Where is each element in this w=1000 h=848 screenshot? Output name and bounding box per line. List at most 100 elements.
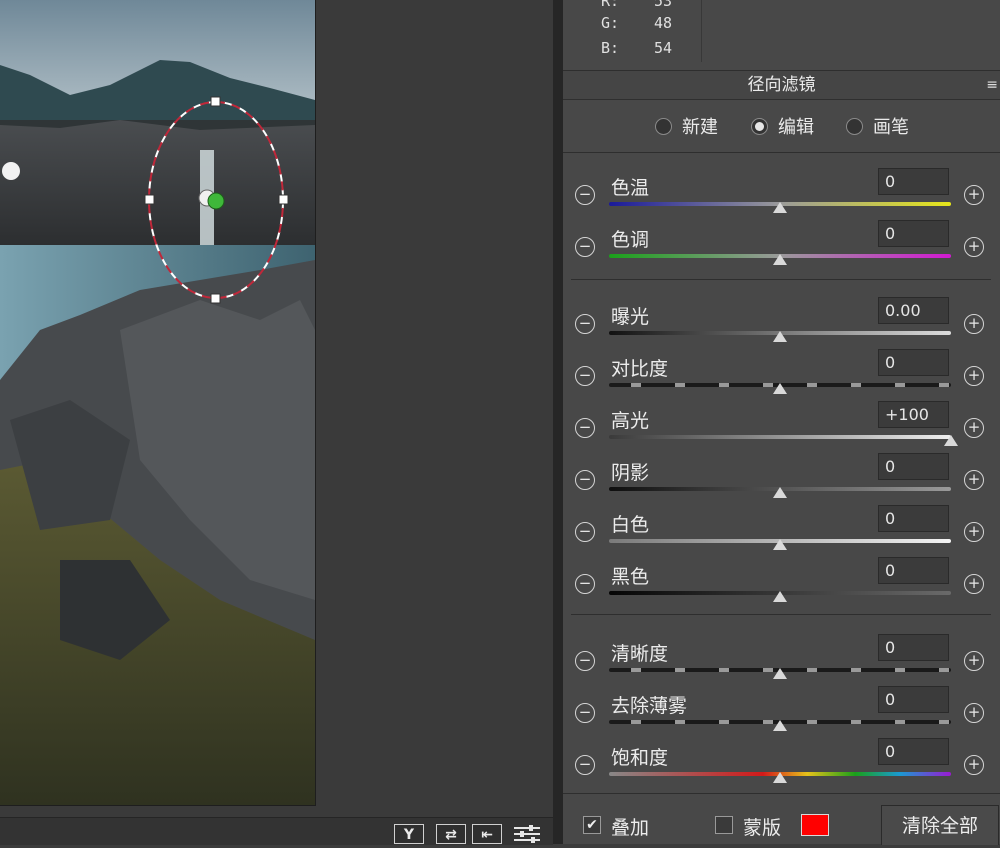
tint-label: 色调 <box>611 229 650 251</box>
clarity-slider-thumb[interactable] <box>773 668 787 679</box>
contrast-slider-thumb[interactable] <box>773 383 787 394</box>
readout-r: R: 53 <box>601 0 673 10</box>
clear-all-button[interactable]: 清除全部 <box>881 805 999 845</box>
plus-icon[interactable]: + <box>964 574 984 594</box>
blacks-label: 黑色 <box>611 566 650 588</box>
slider-row-temperature: − 色温 0 + <box>563 168 1000 220</box>
rgb-readout: R: 53 G: 48 B: 54 <box>563 0 1000 71</box>
highlights-slider-track[interactable] <box>609 435 951 439</box>
mask-checkbox[interactable] <box>715 816 733 834</box>
preview-settings-icon[interactable] <box>512 824 542 844</box>
radio-icon <box>655 117 672 135</box>
filter-pin-other <box>2 162 20 180</box>
plus-icon[interactable]: + <box>964 314 984 334</box>
swap-before-after-button[interactable]: ⇄ <box>436 824 466 844</box>
slider-row-blacks: − 黑色 0 + <box>563 557 1000 609</box>
saturation-label: 饱和度 <box>611 747 669 769</box>
tint-value-field[interactable]: 0 <box>878 220 949 247</box>
plus-icon[interactable]: + <box>964 522 984 542</box>
minus-icon[interactable]: − <box>575 237 595 257</box>
exposure-value-field[interactable]: 0.00 <box>878 297 949 324</box>
exposure-slider-thumb[interactable] <box>773 331 787 342</box>
blacks-slider-thumb[interactable] <box>773 591 787 602</box>
check-icon: ✔ <box>586 817 598 833</box>
clarity-label: 清晰度 <box>611 643 669 665</box>
group-separator <box>571 614 991 615</box>
dehaze-value-field[interactable]: 0 <box>878 686 949 713</box>
slider-row-tint: − 色调 0 + <box>563 220 1000 272</box>
minus-icon[interactable]: − <box>575 418 595 438</box>
panel-footer: ✔ 叠加 蒙版 清除全部 <box>563 793 1000 845</box>
minus-icon[interactable]: − <box>575 574 595 594</box>
tint-slider-thumb[interactable] <box>773 254 787 265</box>
shadows-label: 阴影 <box>611 462 650 484</box>
canvas-area[interactable]: Y ⇄ ⇤ <box>0 0 553 845</box>
plus-icon[interactable]: + <box>964 366 984 386</box>
overlay-checkbox[interactable]: ✔ <box>583 816 601 834</box>
plus-icon[interactable]: + <box>964 470 984 490</box>
readout-b: B: 54 <box>601 39 673 57</box>
minus-icon[interactable]: − <box>575 366 595 386</box>
shadows-slider-thumb[interactable] <box>773 487 787 498</box>
slider-row-highlights: − 高光 +100 + <box>563 401 1000 453</box>
plus-icon[interactable]: + <box>964 703 984 723</box>
readout-divider <box>701 0 702 62</box>
highlights-label: 高光 <box>611 410 650 432</box>
before-after-y-button[interactable]: Y <box>394 824 424 844</box>
temperature-slider-thumb[interactable] <box>773 202 787 213</box>
minus-icon[interactable]: − <box>575 703 595 723</box>
resize-handle-bottom <box>210 293 221 304</box>
temperature-value-field[interactable]: 0 <box>878 168 949 195</box>
radio-icon <box>751 117 768 135</box>
minus-icon[interactable]: − <box>575 470 595 490</box>
slider-row-dehaze: − 去除薄雾 0 + <box>563 686 1000 738</box>
photo-preview[interactable] <box>0 0 316 806</box>
overlay-label: 叠加 <box>611 817 650 839</box>
hamburger-menu-icon[interactable]: ≡ <box>984 71 998 99</box>
slider-row-exposure: − 曝光 0.00 + <box>563 297 1000 349</box>
saturation-value-field[interactable]: 0 <box>878 738 949 765</box>
whites-value-field[interactable]: 0 <box>878 505 949 532</box>
mode-edit-radio[interactable]: 编辑 <box>751 115 814 138</box>
whites-slider-thumb[interactable] <box>773 539 787 550</box>
clarity-value-field[interactable]: 0 <box>878 634 949 661</box>
slider-row-contrast: − 对比度 0 + <box>563 349 1000 401</box>
highlights-value-field[interactable]: +100 <box>878 401 949 428</box>
panel-divider <box>553 0 563 844</box>
resize-handle-right <box>278 194 289 205</box>
readout-g: G: 48 <box>601 14 673 32</box>
dehaze-slider-thumb[interactable] <box>773 720 787 731</box>
mask-label: 蒙版 <box>743 817 782 839</box>
radio-icon <box>846 117 863 135</box>
minus-icon[interactable]: − <box>575 755 595 775</box>
radial-filter-panel: R: 53 G: 48 B: 54 径向滤镜 ≡ 新建 编辑 画笔 − 色温 0 + − 色调 0… <box>563 0 1000 845</box>
dehaze-label: 去除薄雾 <box>611 695 688 717</box>
copy-settings-button[interactable]: ⇤ <box>472 824 502 844</box>
minus-icon[interactable]: − <box>575 522 595 542</box>
plus-icon[interactable]: + <box>964 237 984 257</box>
mode-selector: 新建 编辑 画笔 <box>563 100 1000 153</box>
plus-icon[interactable]: + <box>964 651 984 671</box>
blacks-value-field[interactable]: 0 <box>878 557 949 584</box>
mask-color-swatch[interactable] <box>801 814 829 836</box>
highlights-slider-thumb[interactable] <box>944 435 958 446</box>
saturation-slider-thumb[interactable] <box>773 772 787 783</box>
filter-center-pin <box>207 192 225 210</box>
minus-icon[interactable]: − <box>575 651 595 671</box>
exposure-label: 曝光 <box>611 306 650 328</box>
mode-new-radio[interactable]: 新建 <box>655 115 718 138</box>
mode-brush-radio[interactable]: 画笔 <box>846 115 909 138</box>
slider-row-saturation: − 饱和度 0 + <box>563 738 1000 790</box>
whites-label: 白色 <box>611 514 650 536</box>
minus-icon[interactable]: − <box>575 185 595 205</box>
shadows-value-field[interactable]: 0 <box>878 453 949 480</box>
view-toolbar: Y ⇄ ⇤ <box>0 817 553 845</box>
plus-icon[interactable]: + <box>964 755 984 775</box>
panel-title: 径向滤镜 <box>563 71 1000 100</box>
resize-handle-top <box>210 96 221 107</box>
minus-icon[interactable]: − <box>575 314 595 334</box>
contrast-value-field[interactable]: 0 <box>878 349 949 376</box>
resize-handle-left <box>144 194 155 205</box>
plus-icon[interactable]: + <box>964 418 984 438</box>
plus-icon[interactable]: + <box>964 185 984 205</box>
